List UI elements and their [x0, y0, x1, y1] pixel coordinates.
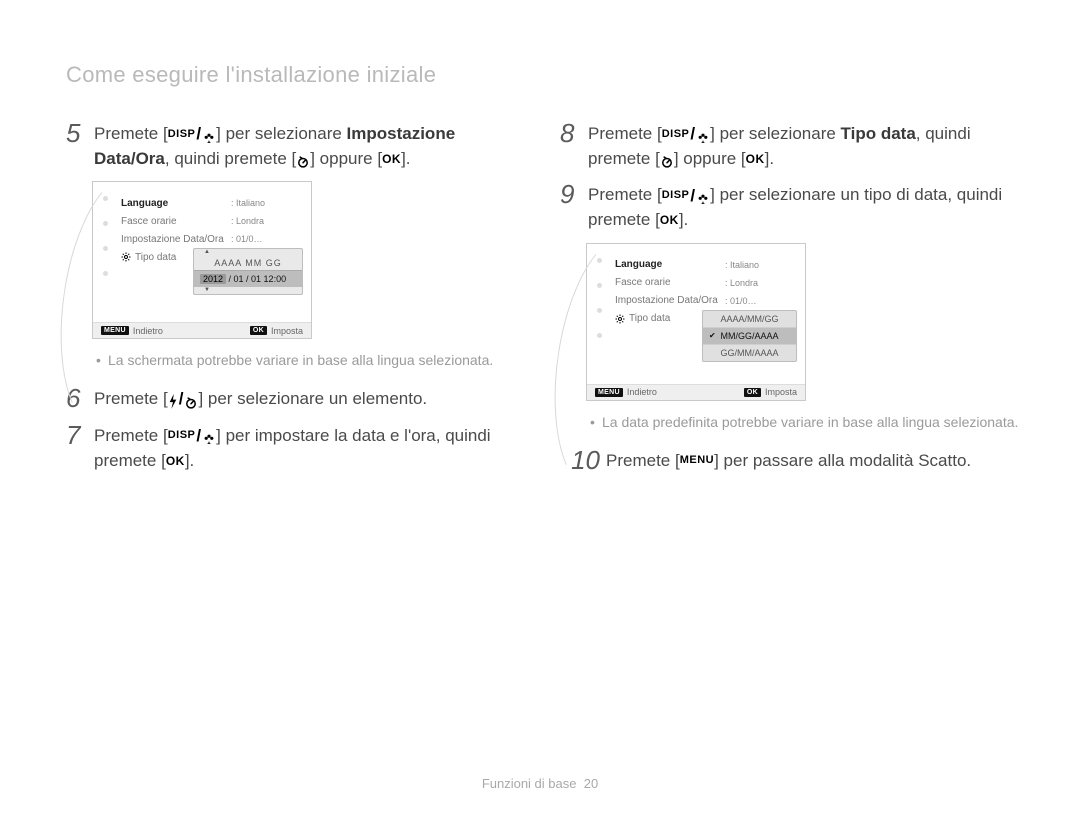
self-timer-icon [184, 393, 198, 407]
macro-flower-icon [696, 128, 710, 142]
step-number: 8 [560, 120, 588, 146]
menu-icon: MENU [680, 453, 714, 469]
step-text: Premete [DISP/] per selezionare Impostaz… [94, 120, 530, 171]
slash-icon: / [689, 122, 696, 147]
ok-icon: OK [382, 151, 401, 168]
back-label: Indietro [627, 387, 657, 397]
step-text: Premete [DISP/] per selezionare Tipo dat… [588, 120, 1024, 171]
menu-row-impostazione: Impostazione Data/Ora: 01/0… [121, 230, 303, 248]
popup-header: AAAA MM GG [194, 256, 302, 270]
menu-row-language: Language: Italiano [615, 256, 797, 274]
menu-row-fasce: Fasce orarie: Londra [615, 274, 797, 292]
menu-row-fasce: Fasce orarie: Londra [121, 212, 303, 230]
slash-icon: / [195, 122, 202, 147]
disp-icon: DISP [662, 188, 690, 204]
step-number: 9 [560, 181, 588, 207]
caret-down-icon: ▼ [204, 287, 210, 293]
back-label: Indietro [133, 326, 163, 336]
menu-key-icon: MENU [595, 388, 623, 397]
step-8: 8 Premete [DISP/] per selezionare Tipo d… [560, 120, 1024, 171]
menu-row-language: Language: Italiano [121, 194, 303, 212]
date-type-popup: AAAA/MM/GG MM/GG/AAAA GG/MM/AAAA [702, 310, 797, 362]
step-9: 9 Premete [DISP/] per selezionare un tip… [560, 181, 1024, 232]
set-label: Imposta [271, 326, 303, 336]
set-label: Imposta [765, 387, 797, 397]
ok-icon: OK [166, 453, 185, 470]
macro-flower-icon [202, 128, 216, 142]
step-text: Premete [DISP/] per impostare la data e … [94, 422, 530, 473]
ok-key-icon: OK [744, 388, 761, 397]
option-aaaa-mm-gg: AAAA/MM/GG [703, 311, 796, 328]
ok-key-icon: OK [250, 326, 267, 335]
gear-icon [121, 252, 131, 263]
disp-icon: DISP [168, 127, 196, 143]
ok-icon: OK [746, 151, 765, 168]
option-mm-gg-aaaa: MM/GG/AAAA [703, 328, 796, 345]
step-7: 7 Premete [DISP/] per impostare la data … [66, 422, 530, 473]
page-footer: Funzioni di base 20 [0, 776, 1080, 791]
page-title: Come eseguire l'installazione iniziale [66, 62, 1024, 88]
ok-icon: OK [660, 212, 679, 229]
self-timer-icon [660, 152, 674, 166]
step-number: 5 [66, 120, 94, 146]
step-5: 5 Premete [DISP/] per selezionare Impost… [66, 120, 530, 171]
bold-text: Tipo data [841, 124, 916, 143]
disp-icon: DISP [168, 428, 196, 444]
self-timer-icon [296, 152, 310, 166]
date-input-popup: ▲ AAAA MM GG 2012 / 01 / 01 12:00 ▼ [193, 248, 303, 295]
menu-row-impostazione: Impostazione Data/Ora: 01/0… [615, 292, 797, 310]
step-text: Premete [MENU] per passare alla modalità… [606, 447, 971, 474]
popup-value: 2012 / 01 / 01 12:00 [194, 270, 302, 287]
gear-icon [615, 313, 625, 324]
option-gg-mm-aaaa: GG/MM/AAAA [703, 345, 796, 361]
step-text: Premete [DISP/] per selezionare un tipo … [588, 181, 1024, 232]
flash-icon [168, 393, 178, 407]
slash-icon: / [689, 184, 696, 209]
disp-icon: DISP [662, 127, 690, 143]
slash-icon: / [195, 424, 202, 449]
menu-key-icon: MENU [101, 326, 129, 335]
caret-up-icon: ▲ [204, 249, 210, 255]
slash-icon: / [178, 387, 185, 412]
screenshot-date-type: Language: Italiano Fasce orarie: Londra … [586, 243, 806, 401]
screenshot-date-time: Language: Italiano Fasce orarie: Londra … [92, 181, 312, 339]
macro-flower-icon [202, 429, 216, 443]
macro-flower-icon [696, 189, 710, 203]
